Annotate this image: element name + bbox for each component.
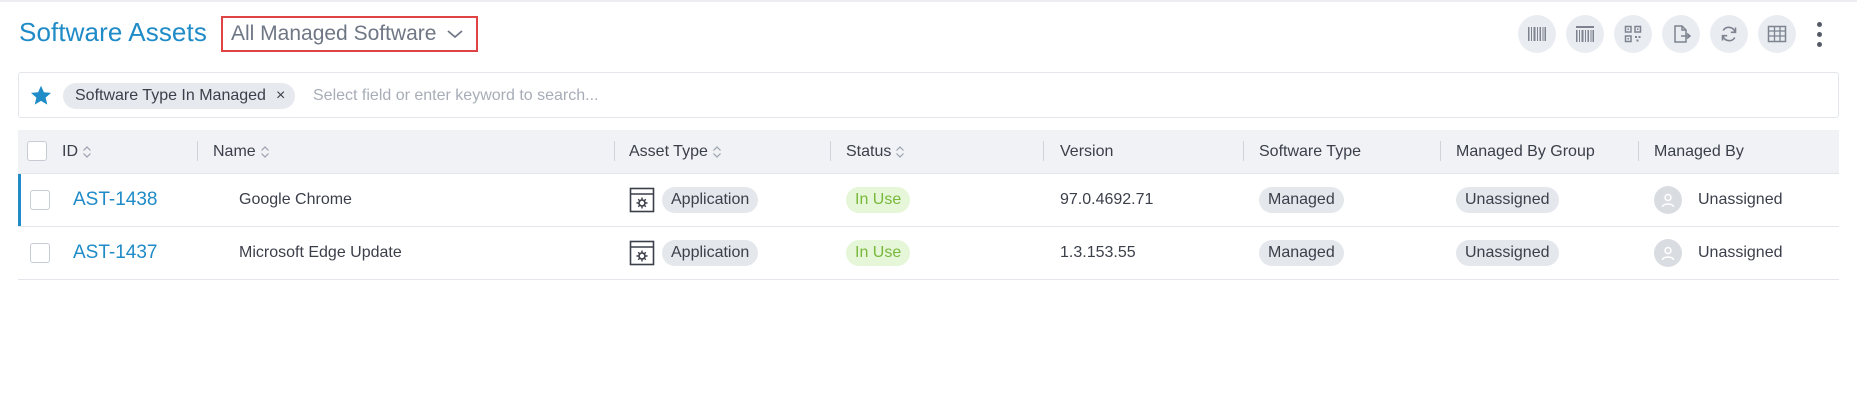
export-icon[interactable] xyxy=(1662,15,1700,53)
table-row[interactable]: AST-1437 Microsoft Edge Update Applicati… xyxy=(18,227,1839,280)
page-header: Software Assets All Managed Software xyxy=(0,0,1857,70)
favorite-star-icon[interactable] xyxy=(29,84,53,113)
row-checkbox[interactable] xyxy=(30,190,50,210)
status-badge: In Use xyxy=(846,187,911,213)
status-badge: In Use xyxy=(846,240,911,266)
column-divider[interactable] xyxy=(1440,141,1441,161)
avatar xyxy=(1654,186,1682,214)
barcode-icon[interactable] xyxy=(1518,15,1556,53)
column-header-label: Managed By xyxy=(1654,142,1744,160)
asset-id-link[interactable]: AST-1437 xyxy=(73,242,158,264)
managed-by-name[interactable]: Unassigned xyxy=(1698,191,1783,209)
column-header-managed-by[interactable]: Managed By xyxy=(1654,130,1744,173)
column-divider[interactable] xyxy=(1638,141,1639,161)
row-checkbox[interactable] xyxy=(30,243,50,263)
version-text: 97.0.4692.71 xyxy=(1060,191,1154,208)
column-header-label: Asset Type xyxy=(629,142,708,160)
managed-by-group-badge[interactable]: Unassigned xyxy=(1456,240,1559,266)
column-header-software-type[interactable]: Software Type xyxy=(1259,130,1361,173)
search-bar: Software Type In Managed × xyxy=(18,72,1839,118)
asset-id-link[interactable]: AST-1438 xyxy=(73,189,158,211)
barcode-print-icon[interactable] xyxy=(1566,15,1604,53)
managed-by-name[interactable]: Unassigned xyxy=(1698,244,1783,262)
asset-type-badge: Application xyxy=(662,240,759,266)
asset-name: Microsoft Edge Update xyxy=(239,244,402,261)
qr-code-icon[interactable] xyxy=(1614,15,1652,53)
asset-type-badge: Application xyxy=(662,187,759,213)
filter-chip[interactable]: Software Type In Managed × xyxy=(63,83,296,109)
column-header-id[interactable]: ID xyxy=(62,130,92,173)
column-header-label: Name xyxy=(213,142,256,160)
table-row[interactable]: AST-1438 Google Chrome Application In Us… xyxy=(18,174,1839,227)
search-input[interactable] xyxy=(313,83,1813,109)
view-selector-label: All Managed Software xyxy=(231,22,437,45)
application-icon xyxy=(629,240,655,266)
software-type-badge: Managed xyxy=(1259,187,1344,213)
table-header: ID Name Asset Type Status Version Softwa… xyxy=(18,130,1839,174)
column-header-label: ID xyxy=(62,142,78,160)
software-type-badge: Managed xyxy=(1259,240,1344,266)
column-header-label: Managed By Group xyxy=(1456,142,1595,160)
column-header-asset-type[interactable]: Asset Type xyxy=(629,130,722,173)
view-selector-dropdown[interactable]: All Managed Software xyxy=(221,16,478,52)
managed-by-group-badge[interactable]: Unassigned xyxy=(1456,187,1559,213)
sort-icon xyxy=(712,145,722,159)
close-icon[interactable]: × xyxy=(276,87,285,105)
column-divider[interactable] xyxy=(830,141,831,161)
column-header-label: Status xyxy=(846,142,892,160)
assets-table: ID Name Asset Type Status Version Softwa… xyxy=(18,130,1839,280)
chevron-down-icon xyxy=(446,28,464,40)
asset-name: Google Chrome xyxy=(239,191,352,208)
column-divider[interactable] xyxy=(197,141,198,161)
column-header-version[interactable]: Version xyxy=(1060,130,1113,173)
sort-icon xyxy=(895,145,905,159)
version-text: 1.3.153.55 xyxy=(1060,244,1136,261)
sort-icon xyxy=(82,145,92,159)
column-divider[interactable] xyxy=(1243,141,1244,161)
column-header-status[interactable]: Status xyxy=(846,130,905,173)
column-divider[interactable] xyxy=(1043,141,1044,161)
avatar xyxy=(1654,239,1682,267)
refresh-icon[interactable] xyxy=(1710,15,1748,53)
application-icon xyxy=(629,187,655,213)
column-header-managed-by-group[interactable]: Managed By Group xyxy=(1456,130,1595,173)
column-header-label: Software Type xyxy=(1259,142,1361,160)
column-header-name[interactable]: Name xyxy=(213,130,270,173)
sort-icon xyxy=(260,145,270,159)
filter-chip-label: Software Type In Managed xyxy=(75,87,266,104)
column-layout-icon[interactable] xyxy=(1758,15,1796,53)
more-options-icon[interactable] xyxy=(1811,15,1827,53)
page-title: Software Assets xyxy=(19,17,207,47)
column-header-label: Version xyxy=(1060,142,1114,160)
select-all-checkbox[interactable] xyxy=(27,141,47,161)
column-divider[interactable] xyxy=(614,141,615,161)
